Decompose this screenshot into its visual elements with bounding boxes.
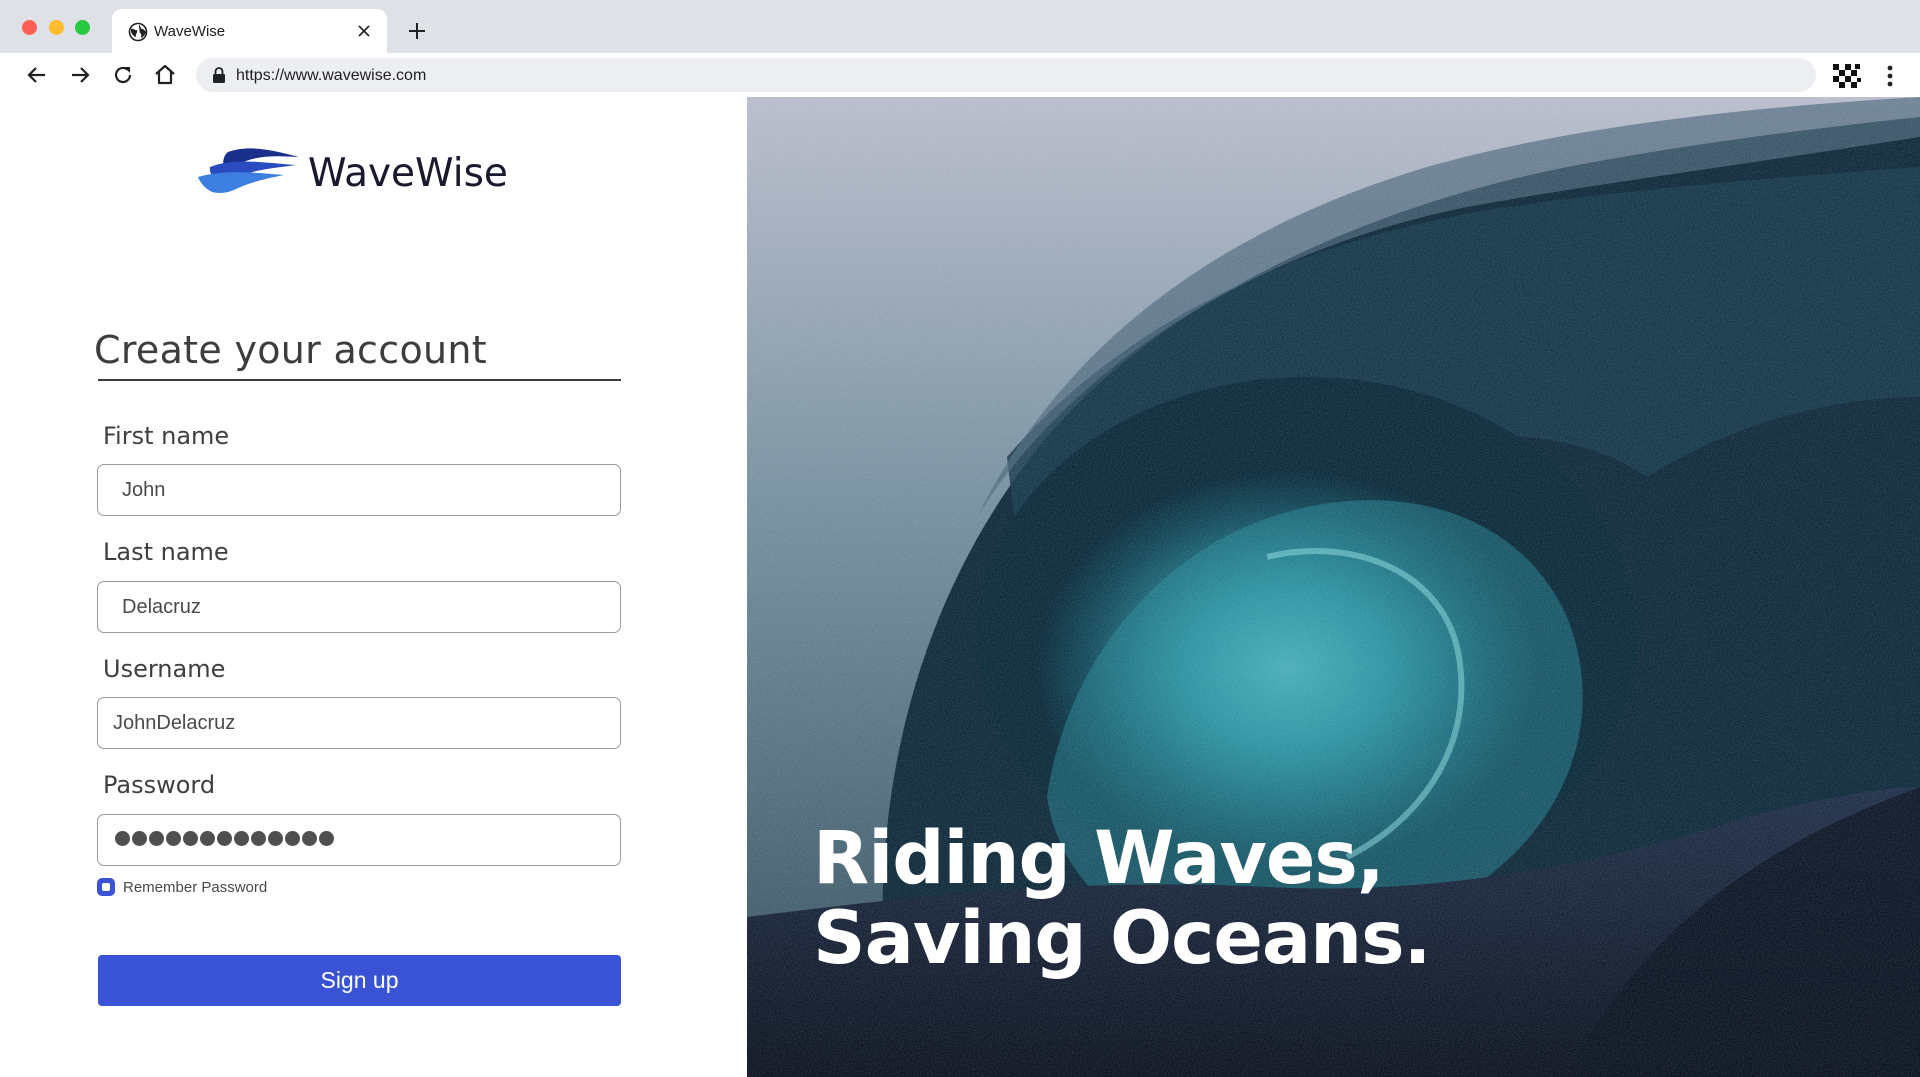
tagline-line-2: Saving Oceans. (813, 896, 1431, 981)
extension-icon[interactable] (1832, 63, 1862, 89)
username-value: JohnDelacruz (113, 712, 236, 734)
password-label: Password (103, 771, 216, 799)
password-dot (166, 831, 181, 846)
window-close-button[interactable] (22, 20, 37, 35)
password-dot (319, 831, 334, 846)
brand-name: WaveWise (308, 151, 508, 196)
password-dot (217, 831, 232, 846)
browser-toolbar: https://www.wavewise.com (0, 53, 1920, 97)
signup-panel: WaveWise Create your account First name … (0, 97, 747, 1077)
kebab-menu-icon[interactable] (1880, 63, 1900, 89)
last-name-field[interactable]: Delacruz (97, 581, 621, 633)
page-title: Create your account (94, 328, 487, 372)
browser-tab-bar: WaveWise (0, 0, 1920, 53)
forward-arrow-icon[interactable] (67, 62, 93, 88)
username-field[interactable]: JohnDelacruz (97, 697, 621, 749)
browser-tab[interactable]: WaveWise (112, 9, 387, 53)
title-divider (98, 379, 621, 381)
address-bar[interactable]: https://www.wavewise.com (196, 58, 1816, 92)
tagline-line-1: Riding Waves, (813, 816, 1385, 901)
password-dot (132, 831, 147, 846)
first-name-field[interactable]: John (97, 464, 621, 516)
password-dot (251, 831, 266, 846)
password-field[interactable] (97, 814, 621, 866)
remember-password-label: Remember Password (123, 879, 268, 896)
window-maximize-button[interactable] (75, 20, 90, 35)
password-dot (183, 831, 198, 846)
password-dot (115, 831, 130, 846)
password-dot (268, 831, 283, 846)
password-dot (234, 831, 249, 846)
back-arrow-icon[interactable] (24, 62, 50, 88)
password-dot (302, 831, 317, 846)
hero-image: Riding Waves, Saving Oceans. (747, 97, 1920, 1077)
url-text: https://www.wavewise.com (236, 67, 427, 84)
reload-icon[interactable] (110, 62, 136, 88)
lock-icon (213, 67, 225, 83)
password-dot (149, 831, 164, 846)
close-icon[interactable] (355, 22, 373, 40)
home-icon[interactable] (152, 62, 178, 88)
last-name-label: Last name (103, 538, 229, 566)
window-minimize-button[interactable] (49, 20, 64, 35)
password-dot (285, 831, 300, 846)
username-label: Username (103, 655, 226, 683)
first-name-value: John (122, 479, 166, 501)
sign-up-button[interactable]: Sign up (98, 955, 621, 1006)
globe-icon (128, 22, 148, 42)
plus-icon[interactable] (405, 19, 429, 43)
hero-tagline: Riding Waves, Saving Oceans. (813, 816, 1431, 981)
wave-logo-icon (198, 148, 299, 193)
tab-title: WaveWise (154, 23, 226, 40)
first-name-label: First name (103, 422, 230, 450)
last-name-value: Delacruz (122, 596, 201, 618)
password-dot (200, 831, 215, 846)
page-content: WaveWise Create your account First name … (0, 97, 1920, 1077)
password-mask (115, 831, 334, 846)
remember-password-checkbox[interactable] (97, 878, 115, 896)
